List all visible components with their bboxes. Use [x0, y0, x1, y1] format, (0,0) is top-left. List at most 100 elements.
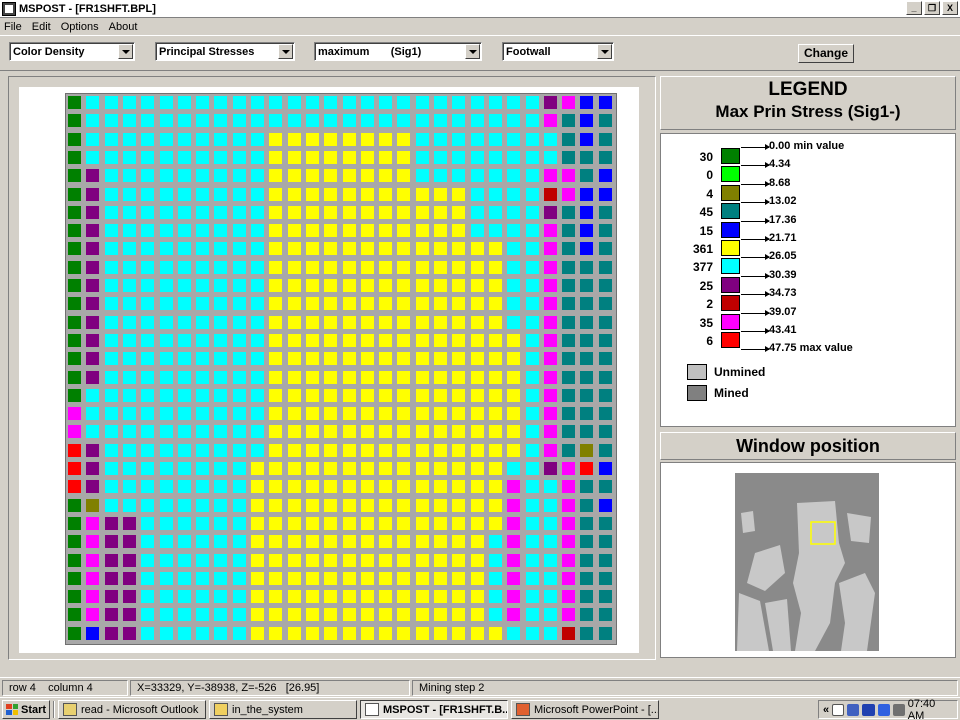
- grid-cell[interactable]: [122, 150, 136, 164]
- grid-cell[interactable]: [342, 590, 356, 604]
- grid-cell[interactable]: [342, 169, 356, 183]
- task-mspost[interactable]: MSPOST - [FR1SHFT.B...: [360, 700, 508, 719]
- grid-cell[interactable]: [214, 352, 228, 366]
- grid-cell[interactable]: [251, 516, 264, 530]
- chevron-down-icon[interactable]: [118, 44, 133, 59]
- grid-cell[interactable]: [86, 297, 100, 311]
- grid-cell[interactable]: [86, 224, 100, 238]
- grid-cell[interactable]: [397, 169, 411, 183]
- grid-cell[interactable]: [397, 187, 411, 201]
- grid-cell[interactable]: [214, 224, 228, 238]
- grid-cell[interactable]: [580, 553, 594, 567]
- grid-cell[interactable]: [415, 443, 429, 457]
- grid-cell[interactable]: [305, 516, 319, 530]
- grid-cell[interactable]: [104, 150, 118, 164]
- grid-cell[interactable]: [305, 297, 319, 311]
- grid-cell[interactable]: [379, 242, 393, 256]
- grid-cell[interactable]: [269, 388, 283, 402]
- grid-cell[interactable]: [196, 407, 210, 421]
- grid-cell[interactable]: [543, 516, 557, 530]
- grid-cell[interactable]: [360, 553, 374, 567]
- grid-cell[interactable]: [543, 462, 557, 475]
- grid-cell[interactable]: [525, 388, 539, 402]
- grid-cell[interactable]: [434, 535, 447, 549]
- grid-cell[interactable]: [525, 370, 539, 384]
- grid-cell[interactable]: [287, 96, 301, 109]
- grid-cell[interactable]: [543, 608, 557, 622]
- grid-cell[interactable]: [251, 425, 264, 439]
- grid-cell[interactable]: [360, 370, 374, 384]
- grid-cell[interactable]: [379, 425, 393, 439]
- grid-cell[interactable]: [379, 590, 393, 604]
- grid-cell[interactable]: [287, 443, 301, 457]
- grid-cell[interactable]: [342, 498, 356, 512]
- grid-cell[interactable]: [177, 114, 191, 128]
- grid-cell[interactable]: [543, 407, 557, 421]
- grid-cell[interactable]: [251, 224, 264, 238]
- grid-cell[interactable]: [104, 571, 118, 585]
- grid-cell[interactable]: [141, 242, 155, 256]
- grid-cell[interactable]: [543, 626, 557, 640]
- grid-cell[interactable]: [324, 205, 338, 219]
- grid-cell[interactable]: [580, 370, 594, 384]
- grid-cell[interactable]: [86, 333, 100, 347]
- grid-cell[interactable]: [562, 608, 576, 622]
- tray-expand-icon[interactable]: «: [823, 704, 829, 716]
- grid-cell[interactable]: [580, 114, 594, 128]
- grid-cell[interactable]: [415, 169, 429, 183]
- surface-select[interactable]: Footwall: [502, 42, 614, 61]
- grid-cell[interactable]: [342, 443, 356, 457]
- grid-cell[interactable]: [470, 96, 484, 109]
- grid-cell[interactable]: [470, 516, 484, 530]
- grid-cell[interactable]: [269, 150, 283, 164]
- grid-cell[interactable]: [86, 187, 100, 201]
- grid-cell[interactable]: [434, 626, 447, 640]
- grid-cell[interactable]: [598, 608, 612, 622]
- grid-cell[interactable]: [122, 242, 136, 256]
- grid-cell[interactable]: [543, 224, 557, 238]
- grid-cell[interactable]: [232, 279, 246, 292]
- grid-cell[interactable]: [269, 626, 283, 640]
- chevron-down-icon[interactable]: [465, 44, 480, 59]
- bluetooth-icon[interactable]: [862, 703, 875, 716]
- grid-cell[interactable]: [488, 132, 502, 146]
- grid-cell[interactable]: [177, 352, 191, 366]
- grid-cell[interactable]: [397, 608, 411, 622]
- grid-cell[interactable]: [470, 370, 484, 384]
- grid-cell[interactable]: [379, 132, 393, 146]
- grid-cell[interactable]: [324, 370, 338, 384]
- grid-cell[interactable]: [580, 187, 594, 201]
- grid-cell[interactable]: [324, 279, 338, 292]
- grid-cell[interactable]: [342, 114, 356, 128]
- grid-cell[interactable]: [598, 169, 612, 183]
- grid-cell[interactable]: [342, 205, 356, 219]
- grid-cell[interactable]: [379, 370, 393, 384]
- grid-cell[interactable]: [488, 535, 502, 549]
- grid-cell[interactable]: [104, 590, 118, 604]
- grid-cell[interactable]: [251, 370, 264, 384]
- grid-cell[interactable]: [562, 553, 576, 567]
- grid-cell[interactable]: [177, 370, 191, 384]
- app-icon[interactable]: [2, 1, 16, 16]
- grid-cell[interactable]: [415, 462, 429, 475]
- grid-cell[interactable]: [360, 407, 374, 421]
- grid-cell[interactable]: [324, 96, 338, 109]
- grid-cell[interactable]: [452, 498, 466, 512]
- grid-cell[interactable]: [287, 535, 301, 549]
- grid-cell[interactable]: [525, 242, 539, 256]
- grid-cell[interactable]: [434, 498, 447, 512]
- grid-cell[interactable]: [598, 297, 612, 311]
- grid-cell[interactable]: [397, 370, 411, 384]
- grid-cell[interactable]: [305, 333, 319, 347]
- grid-cell[interactable]: [434, 370, 447, 384]
- grid-cell[interactable]: [68, 535, 81, 549]
- grid-cell[interactable]: [543, 498, 557, 512]
- grid-cell[interactable]: [562, 443, 576, 457]
- grid-cell[interactable]: [543, 370, 557, 384]
- grid-cell[interactable]: [86, 370, 100, 384]
- grid-cell[interactable]: [342, 480, 356, 494]
- grid-cell[interactable]: [379, 260, 393, 274]
- grid-cell[interactable]: [580, 608, 594, 622]
- grid-cell[interactable]: [397, 407, 411, 421]
- grid-cell[interactable]: [379, 443, 393, 457]
